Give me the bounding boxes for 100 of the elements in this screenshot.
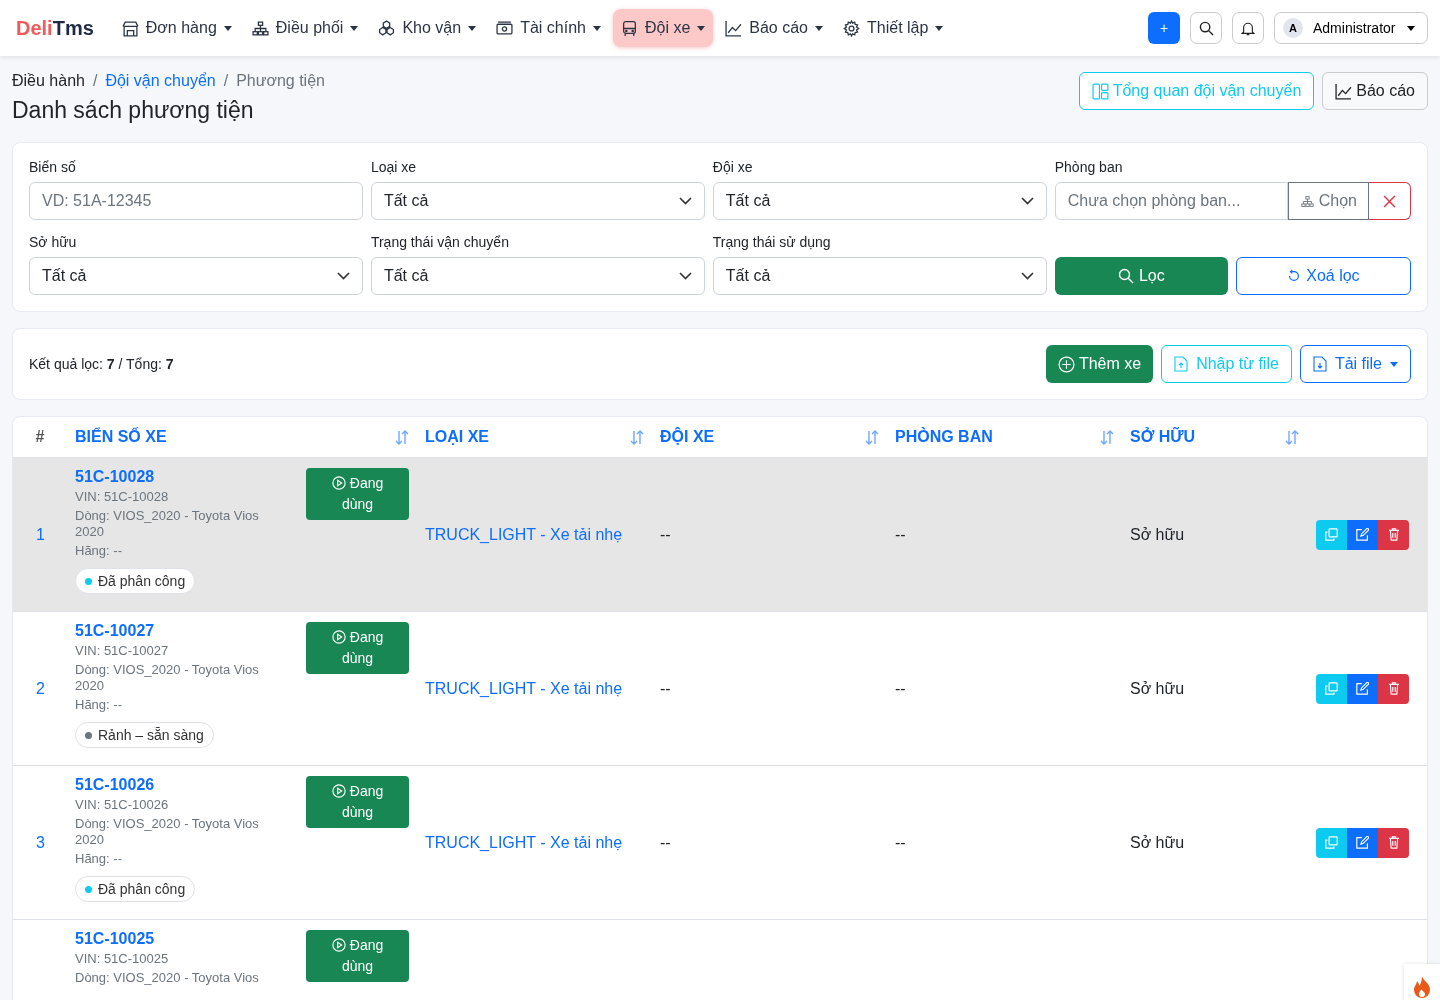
report-button[interactable]: Báo cáo: [1322, 72, 1428, 110]
flame-widget[interactable]: [1404, 964, 1440, 1000]
delete-button[interactable]: [1378, 673, 1409, 704]
copy-icon: [1325, 836, 1338, 849]
vin-text: VIN: 51C-10027: [75, 643, 170, 659]
caret-icon: [815, 25, 823, 31]
bell-icon: [1241, 20, 1255, 36]
chart-icon: [725, 19, 743, 37]
column-header[interactable]: SỞ HỮU: [1130, 428, 1196, 446]
nav-menu-item[interactable]: Đội xe: [612, 9, 714, 47]
plate-link[interactable]: 51C-10025: [75, 930, 275, 948]
trash-icon: [1387, 682, 1400, 695]
brand-logo[interactable]: DeliTms: [16, 16, 94, 40]
boxes-icon: [378, 19, 396, 37]
chevron-down-icon: [336, 272, 350, 280]
field-label: Loại xe: [370, 159, 418, 175]
edit-icon: [1356, 528, 1369, 541]
table-cell: --: [660, 679, 671, 698]
layout-icon: [1091, 82, 1109, 100]
play-circle-icon: [331, 938, 346, 952]
column-header[interactable]: ĐỘI XE: [660, 428, 715, 446]
delete-button[interactable]: [1378, 519, 1409, 550]
play-circle-icon: [331, 784, 346, 798]
reset-filter-button[interactable]: Xoá lọc: [1235, 257, 1411, 295]
plate-link[interactable]: 51C-10028: [75, 468, 275, 486]
avatar: A: [1283, 18, 1303, 38]
choose-button[interactable]: Chọn: [1287, 182, 1369, 220]
select-field[interactable]: Tất cả: [29, 257, 363, 295]
chevron-down-icon: [678, 272, 692, 280]
status-pill: Đã phân công: [75, 568, 196, 594]
search-icon: [1117, 268, 1134, 284]
download-button[interactable]: Tải file: [1299, 345, 1411, 383]
model-text: Dòng: VIOS_2020 - Toyota Vios: [75, 970, 260, 986]
file-download-icon: [1312, 356, 1327, 372]
sort-icon: [864, 429, 880, 445]
nav-menu-item[interactable]: Điều phối: [243, 9, 367, 47]
field-label: Trạng thái sử dụng: [712, 234, 832, 250]
department-field[interactable]: Chưa chọn phòng ban...: [1054, 182, 1288, 220]
user-menu-button[interactable]: A Administrator: [1274, 12, 1428, 44]
caret-icon: [697, 25, 706, 31]
plate-input[interactable]: VD: 51A-12345: [29, 182, 363, 220]
vehicle-type-link[interactable]: TRUCK_LIGHT - Xe tải nhẹ: [425, 525, 623, 544]
file-upload-icon: [1174, 356, 1189, 372]
breadcrumb-separator: /: [92, 72, 98, 90]
search-button[interactable]: [1190, 12, 1222, 44]
edit-button[interactable]: [1347, 827, 1378, 858]
field-label: Phòng ban: [1054, 159, 1124, 175]
column-header[interactable]: BIỂN SỐ XE: [75, 428, 167, 446]
plate-link[interactable]: 51C-10026: [75, 776, 275, 794]
add-button[interactable]: +: [1148, 12, 1180, 44]
sitemap-icon: [251, 19, 269, 37]
caret-icon: [223, 25, 232, 31]
select-field[interactable]: Tất cả: [370, 182, 705, 220]
play-circle-icon: [331, 476, 346, 490]
notification-button[interactable]: [1232, 12, 1264, 44]
close-icon: [1383, 194, 1396, 208]
nav-menu-item[interactable]: Đơn hàng: [113, 9, 240, 47]
select-field[interactable]: Tất cả: [370, 257, 705, 295]
in-use-button[interactable]: Đang dùng: [306, 622, 409, 674]
play-circle-icon: [331, 630, 346, 644]
delete-button[interactable]: [1378, 827, 1409, 858]
breadcrumb-link[interactable]: Đội vận chuyển: [105, 72, 216, 90]
column-header[interactable]: LOẠI XE: [425, 428, 489, 446]
user-name: Administrator: [1313, 20, 1396, 36]
breadcrumb-item[interactable]: Điều hành: [12, 72, 85, 90]
table-row[interactable]: 1 51C-10028 VIN: 51C-10028 Dòng: VIOS_2020 - Toyota Vios 2020 Hãng: -- Đã phân công Đang dùng TRUCK_LIGHT - Xe tải nhẹ -- -- Sở hữu: [13, 458, 1427, 612]
settings-icon: [843, 19, 860, 37]
in-use-button[interactable]: Đang dùng: [306, 468, 409, 520]
edit-button[interactable]: [1347, 519, 1378, 550]
vin-text: VIN: 51C-10028: [75, 489, 170, 505]
nav-menu-item[interactable]: Tài chính: [488, 9, 609, 47]
nav-menu-item[interactable]: Thiết lập: [835, 9, 952, 47]
select-field[interactable]: Tất cả: [712, 257, 1047, 295]
column-header: #: [35, 428, 45, 446]
chevron-down-icon: [1020, 197, 1034, 205]
sort-icon: [1284, 429, 1300, 445]
table-cell: Sở hữu: [1130, 833, 1185, 852]
vehicle-type-link[interactable]: TRUCK_LIGHT - Xe tải nhẹ: [425, 679, 623, 698]
column-header[interactable]: PHÒNG BAN: [895, 428, 993, 446]
clear-button[interactable]: [1369, 182, 1411, 220]
maker-text: Hãng: --: [75, 851, 123, 867]
filter-button[interactable]: Lọc: [1054, 257, 1228, 295]
page-title: Danh sách phương tiện: [12, 97, 255, 124]
vehicle-type-link[interactable]: TRUCK_LIGHT - Xe tải nhẹ: [425, 833, 623, 852]
edit-button[interactable]: [1347, 673, 1378, 704]
field-label: Trạng thái vận chuyển: [370, 234, 510, 250]
in-use-button[interactable]: Đang dùng: [306, 930, 409, 982]
nav-menu-item[interactable]: Báo cáo: [717, 9, 831, 47]
field-label: Biển số: [29, 159, 77, 175]
caret-icon: [1407, 25, 1415, 31]
caret-icon: [1390, 361, 1398, 367]
plate-link[interactable]: 51C-10027: [75, 622, 275, 640]
trash-icon: [1387, 836, 1400, 849]
select-field[interactable]: Tất cả: [712, 182, 1047, 220]
reset-icon: [1287, 269, 1302, 283]
add-vehicle-button[interactable]: Thêm xe: [1045, 345, 1154, 383]
nav-menu-item[interactable]: Kho vận: [370, 9, 485, 47]
table-cell: --: [895, 525, 906, 544]
caret-icon: [468, 25, 477, 31]
in-use-button[interactable]: Đang dùng: [306, 776, 409, 828]
